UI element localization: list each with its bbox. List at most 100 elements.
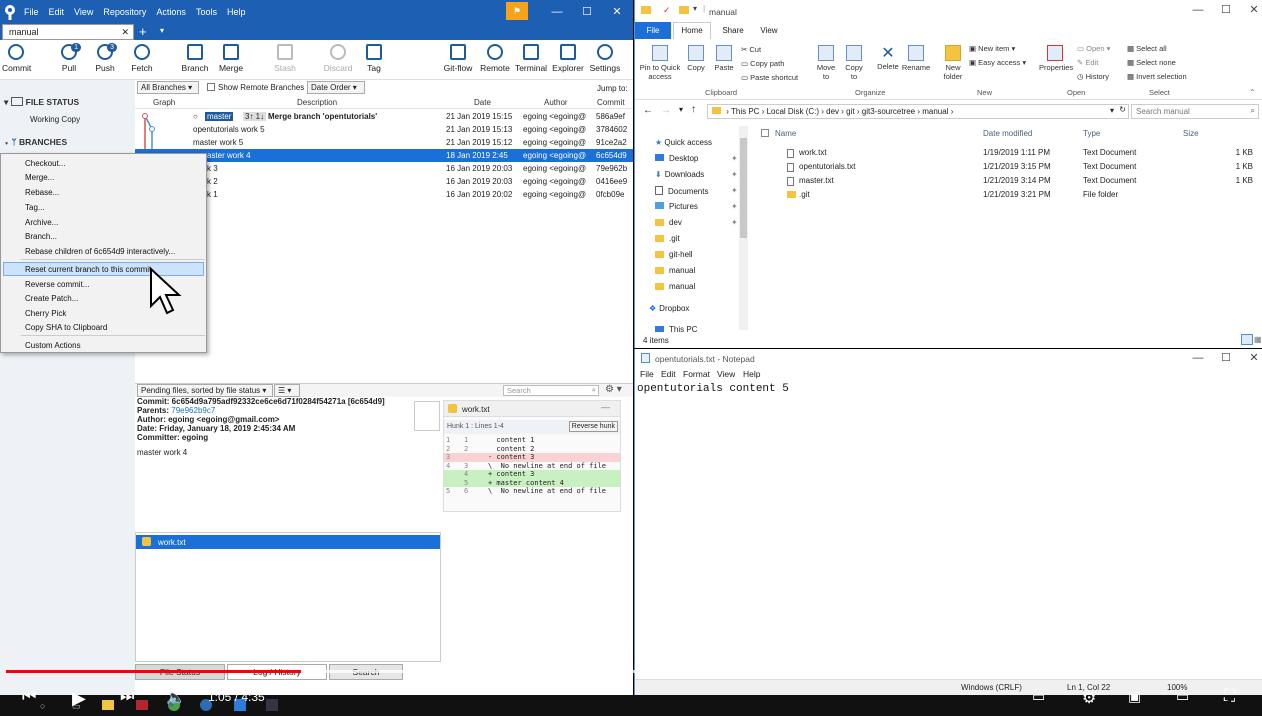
col-commit[interactable]: Commit: [597, 98, 625, 107]
menu-file[interactable]: File: [24, 7, 39, 17]
menu-item-branch[interactable]: Branch...: [25, 232, 57, 241]
fullscreen-icon[interactable]: ⛶: [1224, 688, 1235, 706]
menu-help[interactable]: Help: [227, 7, 246, 17]
col-author[interactable]: Author: [544, 98, 568, 107]
menu-help[interactable]: Help: [743, 369, 760, 379]
minimize-icon[interactable]: —: [1191, 351, 1205, 365]
menu-item-copy-sha[interactable]: Copy SHA to Clipboard: [25, 323, 107, 332]
working-copy-item[interactable]: Working Copy: [30, 115, 80, 124]
theater-mode-icon[interactable]: ▭: [1176, 688, 1189, 705]
breadcrumb-this-pc[interactable]: This PC: [731, 107, 759, 116]
gitflow-button[interactable]: Git-flow: [442, 44, 474, 73]
breadcrumb-manual[interactable]: manual: [922, 107, 948, 116]
maximize-icon[interactable]: ☐: [580, 5, 594, 19]
parent-link[interactable]: 79e962b9c7: [171, 406, 215, 415]
file-search-input[interactable]: Search ⌕: [503, 385, 599, 396]
menu-item-checkout[interactable]: Checkout...: [25, 159, 65, 168]
flag-icon[interactable]: ⚑: [506, 2, 528, 20]
quick-access-dropdown-icon[interactable]: ▾: [693, 4, 697, 13]
close-icon[interactable]: ✕: [1247, 351, 1261, 365]
nav-item-downloads[interactable]: ⬇ Downloads ✦: [655, 170, 738, 179]
invert-selection-button[interactable]: ▦ Invert selection: [1127, 72, 1187, 81]
diff-line[interactable]: 4 3 \ No newline at end of file: [444, 462, 620, 471]
tab-home[interactable]: Home: [673, 22, 711, 39]
file-row[interactable]: work.txt 1/19/2019 1:11 PM Text Document 1 …: [759, 146, 1259, 160]
show-remote-checkbox[interactable]: Show Remote Branches: [207, 83, 304, 92]
col-description[interactable]: Description: [297, 98, 337, 107]
tag-button[interactable]: Tag: [362, 44, 386, 73]
pin-quick-access-button[interactable]: Pin to Quick access: [639, 45, 681, 81]
menu-item-rebase[interactable]: Rebase...: [25, 188, 59, 197]
delete-button[interactable]: ✕ Delete: [875, 45, 901, 71]
previous-icon[interactable]: ⏮: [22, 688, 36, 706]
order-select[interactable]: Date Order ▾: [307, 81, 365, 94]
menu-item-archive[interactable]: Archive...: [25, 218, 58, 227]
nav-scrollbar-thumb[interactable]: [740, 138, 747, 238]
address-dropdown-icon[interactable]: ▾: [1110, 106, 1114, 115]
refresh-icon[interactable]: ↻: [1119, 105, 1126, 114]
select-none-button[interactable]: ▦ Select none: [1127, 58, 1176, 67]
maximize-icon[interactable]: ☐: [1219, 351, 1233, 365]
diff-line[interactable]: 3 - content 3: [444, 453, 620, 462]
breadcrumb-git[interactable]: git: [846, 107, 854, 116]
settings-button[interactable]: Settings: [589, 44, 621, 73]
edit-button[interactable]: ✎ Edit: [1077, 58, 1098, 67]
menu-actions[interactable]: Actions: [156, 7, 186, 17]
file-status-header[interactable]: ▾ FILE STATUS: [4, 97, 79, 108]
branch-filter-select[interactable]: All Branches ▾: [137, 81, 199, 94]
breadcrumb-git3-sourcetree[interactable]: git3-sourcetree: [862, 107, 915, 116]
remote-button[interactable]: Remote: [480, 44, 510, 73]
pull-button[interactable]: 1 Pull: [56, 43, 82, 73]
merge-button[interactable]: Merge: [216, 44, 246, 73]
menu-file[interactable]: File: [640, 369, 654, 379]
reverse-hunk-button[interactable]: Reverse hunk: [568, 421, 618, 432]
play-icon[interactable]: ▶: [72, 688, 86, 709]
menu-view[interactable]: View: [74, 7, 93, 17]
nav-item-git[interactable]: .git: [655, 234, 680, 243]
address-input[interactable]: › This PC › Local Disk (C:) › dev › git …: [707, 104, 1129, 119]
commit-button[interactable]: Commit: [2, 44, 31, 73]
back-icon[interactable]: ←: [643, 105, 653, 116]
details-view-icon[interactable]: [1241, 334, 1253, 345]
gear-icon[interactable]: ⚙ ▾: [605, 384, 622, 395]
commit-row[interactable]: master work 5 21 Jan 2019 15:12 egoing <…: [135, 136, 633, 149]
menu-item-create-patch[interactable]: Create Patch...: [25, 294, 78, 303]
menu-view[interactable]: View: [717, 369, 735, 379]
col-size[interactable]: Size: [1183, 129, 1199, 138]
menu-item-tag[interactable]: Tag...: [25, 203, 45, 212]
branches-header[interactable]: ▾ ᛘ BRANCHES: [4, 137, 67, 147]
col-name[interactable]: Name: [775, 129, 796, 138]
breadcrumb-local-disk[interactable]: Local Disk (C:): [767, 107, 819, 116]
view-mode-select[interactable]: ☰ ▾: [274, 384, 300, 397]
diff-line[interactable]: 5 6 \ No newline at end of file: [444, 487, 620, 496]
settings-gear-icon[interactable]: ⚙: [1082, 688, 1096, 708]
commit-row[interactable]: k 3 16 Jan 2019 20:03 egoing <egoing@ 79…: [135, 162, 633, 175]
menu-item-custom-actions[interactable]: Custom Actions: [25, 341, 81, 350]
tab-dropdown-icon[interactable]: ▾: [160, 26, 164, 35]
diff-line[interactable]: 5 + master content 4: [444, 478, 620, 487]
col-date[interactable]: Date: [474, 98, 491, 107]
changed-file-row[interactable]: work.txt: [136, 535, 440, 549]
menu-tools[interactable]: Tools: [196, 7, 217, 17]
collapse-ribbon-icon[interactable]: ⌃: [1249, 88, 1256, 97]
history-button[interactable]: ◷ History: [1077, 72, 1109, 81]
menu-item-cherry-pick[interactable]: Cherry Pick: [25, 309, 66, 318]
menu-edit[interactable]: Edit: [661, 369, 676, 379]
breadcrumb-dev[interactable]: dev: [826, 107, 839, 116]
close-tab-icon[interactable]: ✕: [121, 27, 129, 38]
commit-row[interactable]: k 1 16 Jan 2019 20:02 egoing <egoing@ 0f…: [135, 188, 633, 201]
diff-line[interactable]: 4 + content 3: [444, 470, 620, 479]
minimize-icon[interactable]: —: [1191, 3, 1205, 17]
move-to-button[interactable]: Move to: [815, 45, 837, 81]
close-icon[interactable]: ✕: [1247, 3, 1261, 17]
tab-manual[interactable]: manual ✕: [2, 24, 134, 40]
open-button[interactable]: ▭ Open ▾: [1077, 44, 1110, 53]
nav-item-dropbox[interactable]: ❖ Dropbox: [649, 304, 689, 313]
new-folder-button[interactable]: New folder: [941, 45, 965, 81]
tab-view[interactable]: View: [751, 22, 787, 39]
select-all-checkbox[interactable]: [761, 129, 769, 137]
select-all-button[interactable]: ▦ Select all: [1127, 44, 1167, 53]
up-icon[interactable]: ↑: [691, 104, 696, 115]
miniplayer-icon[interactable]: ▣: [1128, 688, 1141, 705]
nav-item-manual[interactable]: manual: [655, 282, 695, 291]
